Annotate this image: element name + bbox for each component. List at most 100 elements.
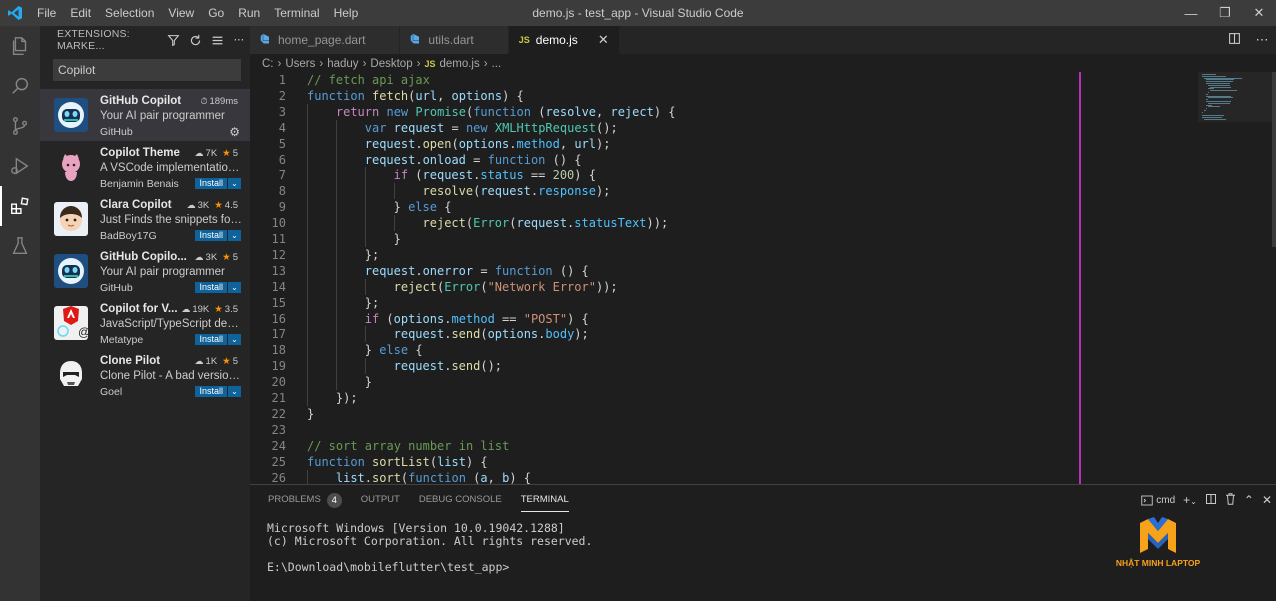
kill-terminal-icon[interactable] [1225,492,1236,508]
code-text: // fetch api ajax [307,73,430,87]
panel-tab-output[interactable]: OUTPUT [361,485,400,515]
menu-file[interactable]: File [30,0,63,26]
terminal-shell-label: cmd [1156,494,1176,506]
code-line: 16 if (options.method == "POST") { [250,311,1070,327]
breadcrumb-item[interactable]: Desktop [370,58,412,70]
install-button[interactable]: Install [195,282,227,293]
code-line: 8 resolve(request.response); [250,183,1070,199]
line-number: 5 [278,136,286,151]
activity-bar [0,26,40,601]
install-dropdown-icon[interactable]: ⌄ [228,282,241,293]
panel-tab-problems[interactable]: PROBLEMS 4 [268,485,342,515]
search-icon[interactable] [0,66,40,106]
install-button[interactable]: Install [195,230,227,241]
code-line: 18} else { [250,342,1070,358]
explorer-icon[interactable] [0,26,40,66]
rating-star-icon: ★ [214,199,223,211]
extension-rating: 5 [232,251,238,263]
js-icon: JS [518,35,530,45]
extensions-icon[interactable] [0,186,40,226]
code-line: 9} else { [250,199,1070,215]
install-button[interactable]: Install [195,386,227,397]
code-line: 10 reject(Error(request.statusText)); [250,215,1070,231]
panel-tab-terminal[interactable]: TERMINAL [520,485,569,515]
minimap[interactable] [1198,72,1276,122]
install-button[interactable]: Install [195,334,227,345]
menu-help[interactable]: Help [327,0,366,26]
install-dropdown-icon[interactable]: ⌄ [228,178,241,189]
vscode-logo-icon [0,0,30,26]
extension-item[interactable]: Clone Pilot ☁ 1K ★ 5 Clone Pilot - A bad vers… [40,349,250,401]
code-editor[interactable]: 1 // fetch api ajax 2 function fetch(url, o… [250,72,1276,484]
code-text: // sort array number in list [307,438,510,453]
extension-info: GitHub Copilot ⏱ 189ms Your AI pair program… [100,89,250,141]
install-dropdown-icon[interactable]: ⌄ [228,230,241,241]
menu-run[interactable]: Run [231,0,267,26]
rating-star-icon: ★ [214,303,223,315]
install-dropdown-icon[interactable]: ⌄ [228,334,241,345]
code-text: } else { [393,200,452,215]
extension-item[interactable]: GitHub Copilo... ☁ 3K ★ 5 Your AI pair progra… [40,245,250,297]
extension-item[interactable]: Copilot Theme ☁ 7K ★ 5 A VSCode implementatio… [40,141,250,193]
menu-terminal[interactable]: Terminal [267,0,326,26]
extension-search-input[interactable]: Copilot [53,59,241,81]
breadcrumb-item[interactable]: haduy [327,58,358,70]
tab-demo-js[interactable]: JS demo.js ✕ [508,26,620,54]
menu-go[interactable]: Go [201,0,231,26]
split-editor-icon[interactable] [1220,32,1248,48]
code-text: } [364,375,372,390]
panel-tab-label: TERMINAL [520,494,569,505]
terminal-shell-selector[interactable]: cmd [1141,495,1175,506]
minimize-icon[interactable]: — [1174,0,1208,26]
menu-view[interactable]: View [161,0,201,26]
tab-home-page-dart[interactable]: home_page.dart [250,26,401,54]
editor-more-icon[interactable]: ⋯ [1248,32,1276,48]
run-debug-icon[interactable] [0,146,40,186]
extension-rating: 5 [232,355,238,367]
editor-scrollbar[interactable] [1272,72,1276,247]
new-terminal-icon[interactable]: +⌄ [1183,493,1197,507]
close-panel-icon[interactable]: ✕ [1262,493,1272,507]
code-text: function fetch(url, options) { [307,88,524,103]
extension-name: Clara Copilot [100,199,172,211]
editor-tabs: home_page.dart utils.dart JS demo.js ✕ ⋯ [250,26,1276,54]
line-number: 6 [278,152,286,167]
close-window-icon[interactable]: ✕ [1242,0,1276,26]
install-button[interactable]: Install [195,178,227,189]
panel-tab-label: DEBUG CONSOLE [418,494,502,505]
tab-label: home_page.dart [278,33,366,47]
terminal-output[interactable]: Microsoft Windows [Version 10.0.19042.12… [267,521,592,574]
menu-edit[interactable]: Edit [63,0,98,26]
testing-icon[interactable] [0,226,40,266]
extension-item[interactable]: Clara Copilot ☁ 3K ★ 4.5 Just Finds the snipp… [40,193,250,245]
line-number: 21 [271,391,286,405]
install-dropdown-icon[interactable]: ⌄ [228,386,241,397]
panel-tab-debug-console[interactable]: DEBUG CONSOLE [419,485,502,515]
breadcrumb-item[interactable]: ... [492,58,502,70]
clear-list-icon[interactable] [206,34,228,47]
close-tab-icon[interactable]: ✕ [598,32,609,48]
breadcrumb-item[interactable]: Users [285,58,315,70]
extension-description: JavaScript/TypeScript devel... [100,318,250,330]
source-control-icon[interactable] [0,106,40,146]
tab-utils-dart[interactable]: utils.dart [400,26,509,54]
code-text: var request = new XMLHttpRequest(); [364,120,618,135]
line-number: 1 [278,73,286,87]
minimap-line [1204,119,1226,120]
more-actions-icon[interactable]: ⋯ [228,34,250,46]
menu-selection[interactable]: Selection [98,0,161,26]
breadcrumb-item[interactable]: demo.js [439,58,479,70]
breadcrumb-item[interactable]: C: [262,58,274,70]
js-icon: JS [424,58,436,69]
line-number: 18 [271,343,286,358]
manage-gear-icon[interactable]: ⚙ [229,125,240,139]
filter-icon[interactable] [162,34,184,47]
split-terminal-icon[interactable] [1205,493,1217,508]
extension-item[interactable]: GitHub Copilot ⏱ 189ms Your AI pair program… [40,89,250,141]
line-number: 22 [271,406,286,421]
extension-item[interactable]: @ Copilot for V...☁19K ★3.5 JavaScript/Type… [40,297,250,349]
maximize-icon[interactable]: ❐ [1208,0,1242,26]
refresh-icon[interactable] [184,34,206,47]
maximize-panel-icon[interactable]: ⌃ [1244,493,1254,507]
